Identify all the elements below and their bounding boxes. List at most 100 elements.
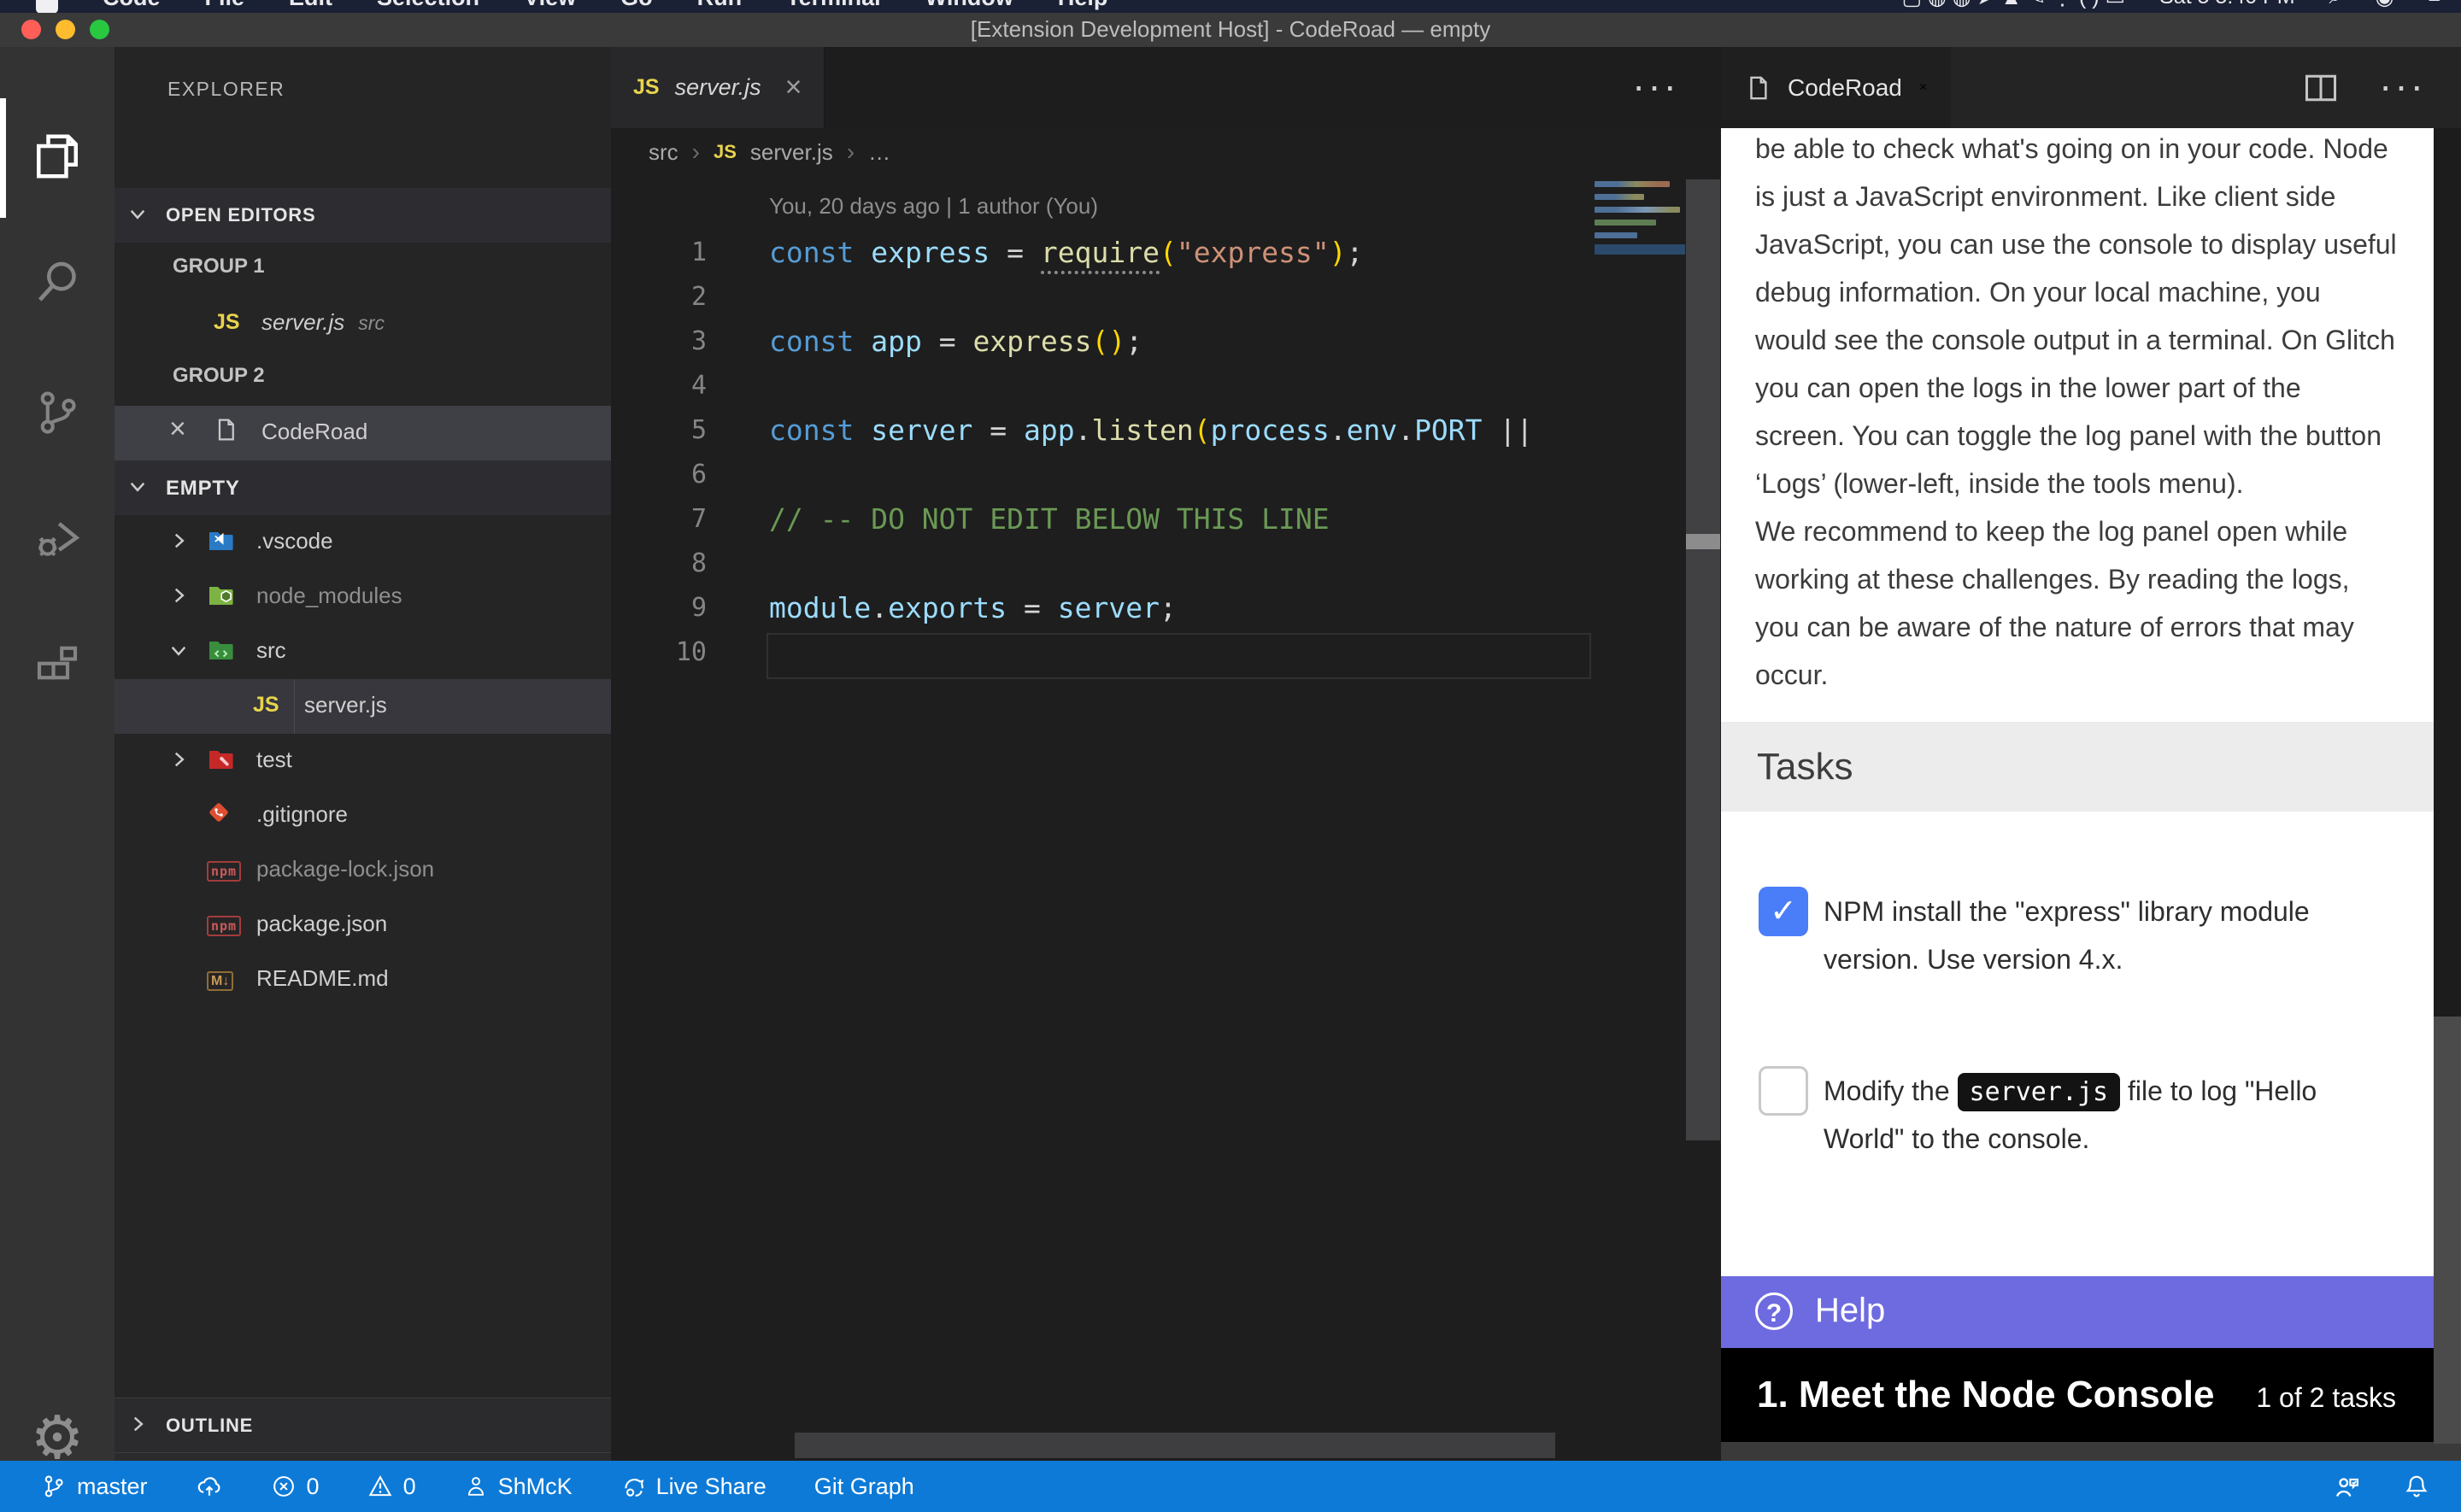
code-line-9[interactable]: 9module.exports = server;	[611, 589, 1589, 633]
menu-item-run[interactable]: Run	[697, 0, 742, 13]
row-group-1[interactable]: GROUP 1	[115, 242, 611, 296]
tab-server-js[interactable]: JS server.js ×	[611, 47, 825, 128]
minimap[interactable]	[1595, 181, 1685, 275]
tab-close-icon[interactable]: ×	[785, 71, 802, 104]
row-group-2[interactable]: GROUP 2	[115, 351, 611, 406]
explorer-icon[interactable]	[0, 94, 115, 219]
menu-clock[interactable]: Sat 5 5:40 PM	[2159, 0, 2294, 10]
npm-icon: npm	[207, 910, 241, 936]
help-icon: ?	[1755, 1292, 1793, 1330]
line-number: 2	[611, 282, 707, 312]
breadcrumb-symbol[interactable]: …	[868, 139, 890, 166]
status-0[interactable]: 0	[271, 1474, 320, 1500]
code-line-6[interactable]: 6	[611, 455, 1589, 500]
lesson-footer[interactable]: 1. Meet the Node Console 1 of 2 tasks	[1721, 1348, 2434, 1442]
tab-close-icon[interactable]: ×	[1919, 80, 1927, 96]
menu-items: Code File Edit Selection View Go Run Terminal Wi…	[36, 0, 1107, 13]
menu-item-terminal[interactable]: Terminal	[786, 0, 881, 13]
row-coderoad[interactable]: ×CodeRoad	[115, 406, 611, 460]
activity-bar: ⚙	[0, 47, 115, 1461]
git-codelens[interactable]: You, 20 days ago | 1 author (You)	[769, 193, 1098, 220]
status-shmck[interactable]: ShMcK	[464, 1474, 573, 1500]
code-line-1[interactable]: 1const express = require("express");	[611, 233, 1589, 278]
webview-scrollbar-track[interactable]	[2434, 128, 2461, 1017]
spotlight-icon[interactable]: ⌕	[2329, 0, 2341, 10]
menu-item-view[interactable]: View	[524, 0, 576, 13]
error-icon	[271, 1474, 297, 1499]
extensions-icon[interactable]	[0, 603, 115, 728]
breadcrumb-folder[interactable]: src	[649, 139, 678, 166]
row-src[interactable]: src	[115, 624, 611, 679]
lesson-text-line: would see the console output in a termin…	[1755, 316, 2422, 364]
status-live-share[interactable]: Live Share	[620, 1474, 766, 1500]
menu-item-window[interactable]: Window	[925, 0, 1013, 13]
task-checkbox-1[interactable]: ✓	[1759, 887, 1808, 936]
source-control-icon[interactable]	[0, 350, 115, 475]
row-package-json[interactable]: npmpackage.json	[115, 898, 611, 952]
chevron-right-icon	[126, 1413, 149, 1435]
row-server-js[interactable]: JSserver.jssrc	[115, 296, 611, 351]
code-line-4[interactable]: 4	[611, 366, 1589, 411]
section-open-editors[interactable]: OPEN EDITORS	[115, 188, 611, 243]
close-editor-icon[interactable]: ×	[169, 413, 186, 446]
menu-item-go[interactable]: Go	[620, 0, 653, 13]
section-npm-scripts[interactable]: NPM SCRIPTS	[115, 1452, 611, 1461]
line-number: 8	[611, 548, 707, 578]
split-editor-icon[interactable]	[2302, 69, 2340, 107]
editor-more-actions-icon[interactable]: ···	[1632, 62, 1679, 108]
row-readme-md[interactable]: M↓README.md	[115, 952, 611, 1007]
breadcrumb: src › JS server.js › …	[611, 128, 1721, 176]
run-debug-icon[interactable]	[0, 477, 115, 601]
person-icon	[464, 1474, 488, 1498]
status-git-graph[interactable]: Git Graph	[814, 1474, 914, 1500]
line-number: 7	[611, 504, 707, 534]
row--gitignore[interactable]: .gitignore	[115, 788, 611, 843]
lesson-text-line: be able to check what's going on in your…	[1755, 128, 2422, 173]
status-bar: master 0 0 ShMcK Live Share Git Graph	[0, 1461, 2461, 1512]
webview-scrollbar-thumb[interactable]	[2434, 1017, 2461, 1444]
menu-item-file[interactable]: File	[205, 0, 245, 13]
section-outline[interactable]: OUTLINE	[115, 1398, 611, 1453]
code-line-3[interactable]: 3const app = express();	[611, 322, 1589, 366]
warning-icon	[367, 1474, 393, 1499]
breadcrumb-file[interactable]: server.js	[750, 139, 833, 166]
js-icon: JS	[214, 308, 240, 335]
menu-item-edit[interactable]: Edit	[289, 0, 332, 13]
panel-scrollbar-thumb[interactable]	[1686, 534, 1720, 549]
code-line-5[interactable]: 5const server = app.listen(process.env.P…	[611, 411, 1589, 455]
search-icon[interactable]	[0, 220, 115, 344]
siri-icon[interactable]: ◉	[2376, 0, 2394, 10]
status-bell-icon[interactable]	[2403, 1473, 2430, 1500]
panel-more-actions-icon[interactable]: ···	[2379, 62, 2426, 108]
code-line-8[interactable]: 8	[611, 544, 1589, 589]
current-line-highlight	[766, 633, 1591, 679]
panel-scrollbar-track[interactable]	[1686, 179, 1720, 1140]
row-node-modules[interactable]: node_modules	[115, 570, 611, 624]
apple-menu-icon[interactable]	[36, 0, 58, 13]
status-cloud-upload[interactable]	[196, 1473, 223, 1500]
status-0[interactable]: 0	[367, 1474, 416, 1500]
row-package-lock-json[interactable]: npmpackage-lock.json	[115, 843, 611, 898]
md-icon: M↓	[207, 964, 233, 991]
line-number: 5	[611, 415, 707, 445]
chevron-down-icon	[126, 202, 149, 225]
section-empty[interactable]: EMPTY	[115, 460, 611, 515]
task-checkbox-2[interactable]	[1759, 1066, 1808, 1116]
menu-item-code[interactable]: Code	[103, 0, 161, 13]
live-share-icon	[620, 1474, 646, 1499]
coderoad-webview: be able to check what's going on in your…	[1721, 128, 2434, 1444]
menu-item-selection[interactable]: Selection	[377, 0, 479, 13]
code-line-7[interactable]: 7// -- DO NOT EDIT BELOW THIS LINE	[611, 500, 1589, 544]
row-server-js[interactable]: JSserver.js	[115, 679, 611, 734]
menu-item-help[interactable]: Help	[1058, 0, 1108, 13]
row-test[interactable]: test	[115, 734, 611, 788]
row--vscode[interactable]: .vscode	[115, 515, 611, 570]
status-feedback-icon[interactable]	[2333, 1472, 2362, 1501]
editor-horizontal-scrollbar[interactable]	[795, 1433, 1555, 1458]
status-master[interactable]: master	[41, 1474, 148, 1500]
tab-label: CodeRoad	[1788, 74, 1902, 102]
control-center-icon[interactable]: ≡	[2428, 0, 2440, 10]
help-bar[interactable]: ? Help	[1721, 1276, 2434, 1348]
tab-coderoad[interactable]: CodeRoad ×	[1721, 47, 1951, 128]
code-line-2[interactable]: 2	[611, 278, 1589, 322]
